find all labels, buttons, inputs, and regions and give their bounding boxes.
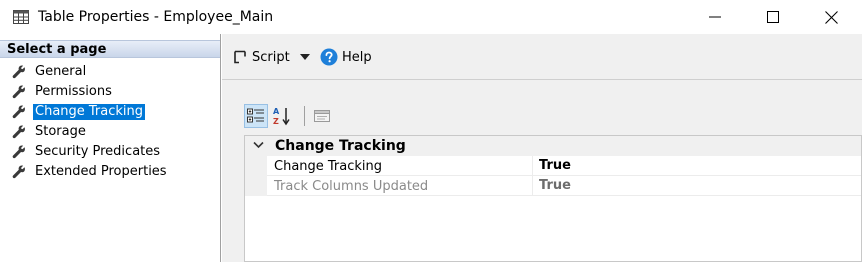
toolbar: Script Help xyxy=(222,34,862,80)
select-page-heading: Select a page xyxy=(7,42,107,57)
table-grid-icon xyxy=(13,10,29,24)
close-button[interactable] xyxy=(808,0,854,34)
categorized-icon xyxy=(247,108,264,123)
page-selector-panel: Select a page General Permissions Change… xyxy=(0,34,221,262)
page-list: General Permissions Change Tracking Stor… xyxy=(0,62,220,182)
page-item-storage[interactable]: Storage xyxy=(0,122,220,142)
property-pages-button[interactable] xyxy=(310,104,334,128)
property-value[interactable]: True xyxy=(539,158,571,173)
window-title: Table Properties - Employee_Main xyxy=(38,9,274,25)
row-gutter xyxy=(245,156,267,176)
property-row-track-columns-updated[interactable]: Track Columns Updated True xyxy=(245,176,861,196)
svg-text:A: A xyxy=(273,107,280,116)
title-bar: Table Properties - Employee_Main xyxy=(0,0,862,34)
alphabetical-button[interactable]: A Z xyxy=(270,104,294,128)
wrench-icon xyxy=(12,125,25,139)
select-page-header: Select a page xyxy=(0,40,220,58)
category-label: Change Tracking xyxy=(275,138,406,154)
page-item-label: Storage xyxy=(35,124,86,139)
property-name: Change Tracking xyxy=(274,159,383,174)
dropdown-arrow-icon xyxy=(300,54,310,60)
svg-text:Z: Z xyxy=(273,117,279,126)
wrench-icon xyxy=(12,85,25,99)
content-panel: Script Help A Z Change Tracking Change T… xyxy=(222,34,862,262)
page-item-change-tracking[interactable]: Change Tracking xyxy=(0,102,220,122)
categorized-button[interactable] xyxy=(244,104,268,128)
page-item-general[interactable]: General xyxy=(0,62,220,82)
close-icon xyxy=(824,10,838,24)
page-item-security-predicates[interactable]: Security Predicates xyxy=(0,142,220,162)
wrench-icon xyxy=(12,145,25,159)
wrench-icon xyxy=(12,105,25,119)
page-item-label: General xyxy=(35,64,87,79)
property-grid: Change Tracking Change Tracking True Tra… xyxy=(244,135,862,262)
maximize-icon xyxy=(767,11,779,23)
wrench-icon xyxy=(12,65,25,79)
maximize-button[interactable] xyxy=(750,0,796,34)
sort-alphabetical-icon: A Z xyxy=(273,107,290,126)
script-label: Script xyxy=(252,49,290,65)
property-row-change-tracking[interactable]: Change Tracking True xyxy=(245,156,861,176)
script-icon xyxy=(234,50,246,64)
column-divider xyxy=(532,176,533,196)
minimize-button[interactable] xyxy=(692,0,738,34)
column-divider xyxy=(532,156,533,176)
toolbar-separator xyxy=(304,106,305,126)
wrench-icon xyxy=(12,165,25,179)
chevron-down-icon[interactable] xyxy=(253,141,264,149)
script-button[interactable]: Script xyxy=(232,48,290,66)
help-icon xyxy=(320,48,338,66)
minimize-icon xyxy=(709,16,721,18)
page-item-label: Extended Properties xyxy=(35,164,167,179)
property-value[interactable]: True xyxy=(539,178,571,193)
help-button[interactable]: Help xyxy=(320,48,372,66)
help-label: Help xyxy=(342,49,372,65)
script-dropdown-button[interactable] xyxy=(300,48,310,66)
property-name: Track Columns Updated xyxy=(274,179,429,194)
page-item-label: Permissions xyxy=(35,84,112,99)
page-item-extended-properties[interactable]: Extended Properties xyxy=(0,162,220,182)
page-item-permissions[interactable]: Permissions xyxy=(0,82,220,102)
category-row[interactable]: Change Tracking xyxy=(245,136,861,156)
row-gutter xyxy=(245,176,267,196)
page-item-label: Security Predicates xyxy=(35,144,161,159)
property-pages-icon xyxy=(314,110,330,122)
page-item-label: Change Tracking xyxy=(33,104,146,120)
